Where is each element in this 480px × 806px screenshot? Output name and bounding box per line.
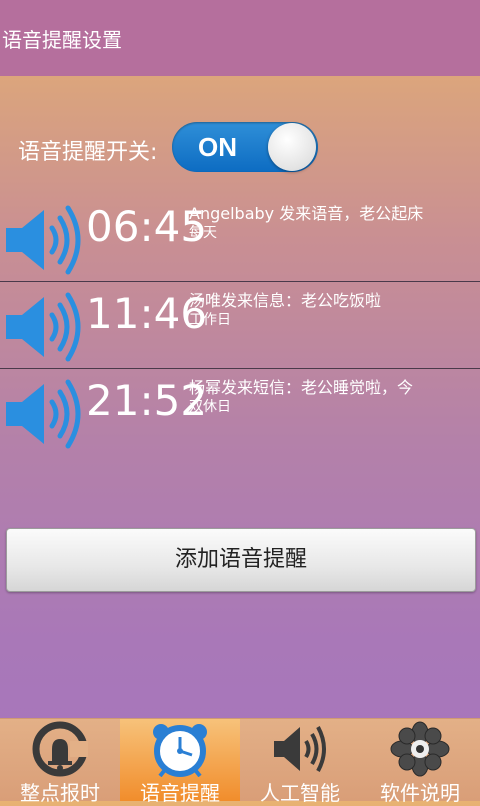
tab-voice-reminder[interactable]: 语音提醒 bbox=[120, 719, 240, 805]
reminder-list: 06:45 Angelbaby 发来语音，老公起床 每天 11:46 汤唯发来信… bbox=[0, 194, 480, 455]
tab-software-info[interactable]: 软件说明 bbox=[360, 719, 480, 805]
tab-label: 语音提醒 bbox=[140, 781, 220, 805]
bottom-tab-bar: 整点报时 语音提醒 人工智能 软件说明 bbox=[0, 718, 480, 805]
speaker-icon bbox=[274, 726, 326, 772]
voice-reminder-toggle[interactable]: ON bbox=[172, 122, 318, 172]
bell-clock-icon bbox=[32, 721, 88, 777]
tab-label: 软件说明 bbox=[380, 781, 460, 805]
page-title: 语音提醒设置 bbox=[2, 28, 122, 52]
speaker-icon[interactable] bbox=[4, 289, 88, 365]
tab-label: 人工智能 bbox=[260, 781, 340, 805]
reminder-repeat: 工作日 bbox=[189, 312, 231, 328]
reminder-message: Angelbaby 发来语音，老公起床 bbox=[189, 204, 424, 223]
reminder-message: 杨幂发来短信：老公睡觉啦，今 bbox=[189, 378, 414, 397]
tab-label: 整点报时 bbox=[20, 781, 100, 805]
add-voice-reminder-button[interactable]: 添加语音提醒 bbox=[6, 528, 476, 592]
reminder-item[interactable]: 06:45 Angelbaby 发来语音，老公起床 每天 bbox=[0, 194, 480, 281]
reminder-repeat: 每天 bbox=[189, 225, 217, 241]
reminder-item[interactable]: 11:46 汤唯发来信息：老公吃饭啦 工作日 bbox=[0, 281, 480, 368]
alarm-clock-icon bbox=[153, 724, 207, 777]
speaker-icon[interactable] bbox=[4, 376, 88, 452]
tab-hourly-chime[interactable]: 整点报时 bbox=[0, 719, 120, 805]
toggle-state-text: ON bbox=[198, 132, 237, 162]
flower-icon bbox=[390, 721, 450, 777]
voice-reminder-switch-label: 语音提醒开关: bbox=[18, 140, 158, 165]
toggle-knob[interactable] bbox=[268, 123, 316, 171]
tab-ai[interactable]: 人工智能 bbox=[240, 719, 360, 805]
reminder-item[interactable]: 21:52 杨幂发来短信：老公睡觉啦，今 双休日 bbox=[0, 368, 480, 455]
voice-reminder-switch-row: 语音提醒开关: ON bbox=[18, 122, 338, 174]
speaker-icon[interactable] bbox=[4, 202, 88, 278]
reminder-message: 汤唯发来信息：老公吃饭啦 bbox=[189, 291, 382, 310]
reminder-repeat: 双休日 bbox=[189, 399, 231, 415]
title-bar: 语音提醒设置 bbox=[0, 0, 480, 76]
